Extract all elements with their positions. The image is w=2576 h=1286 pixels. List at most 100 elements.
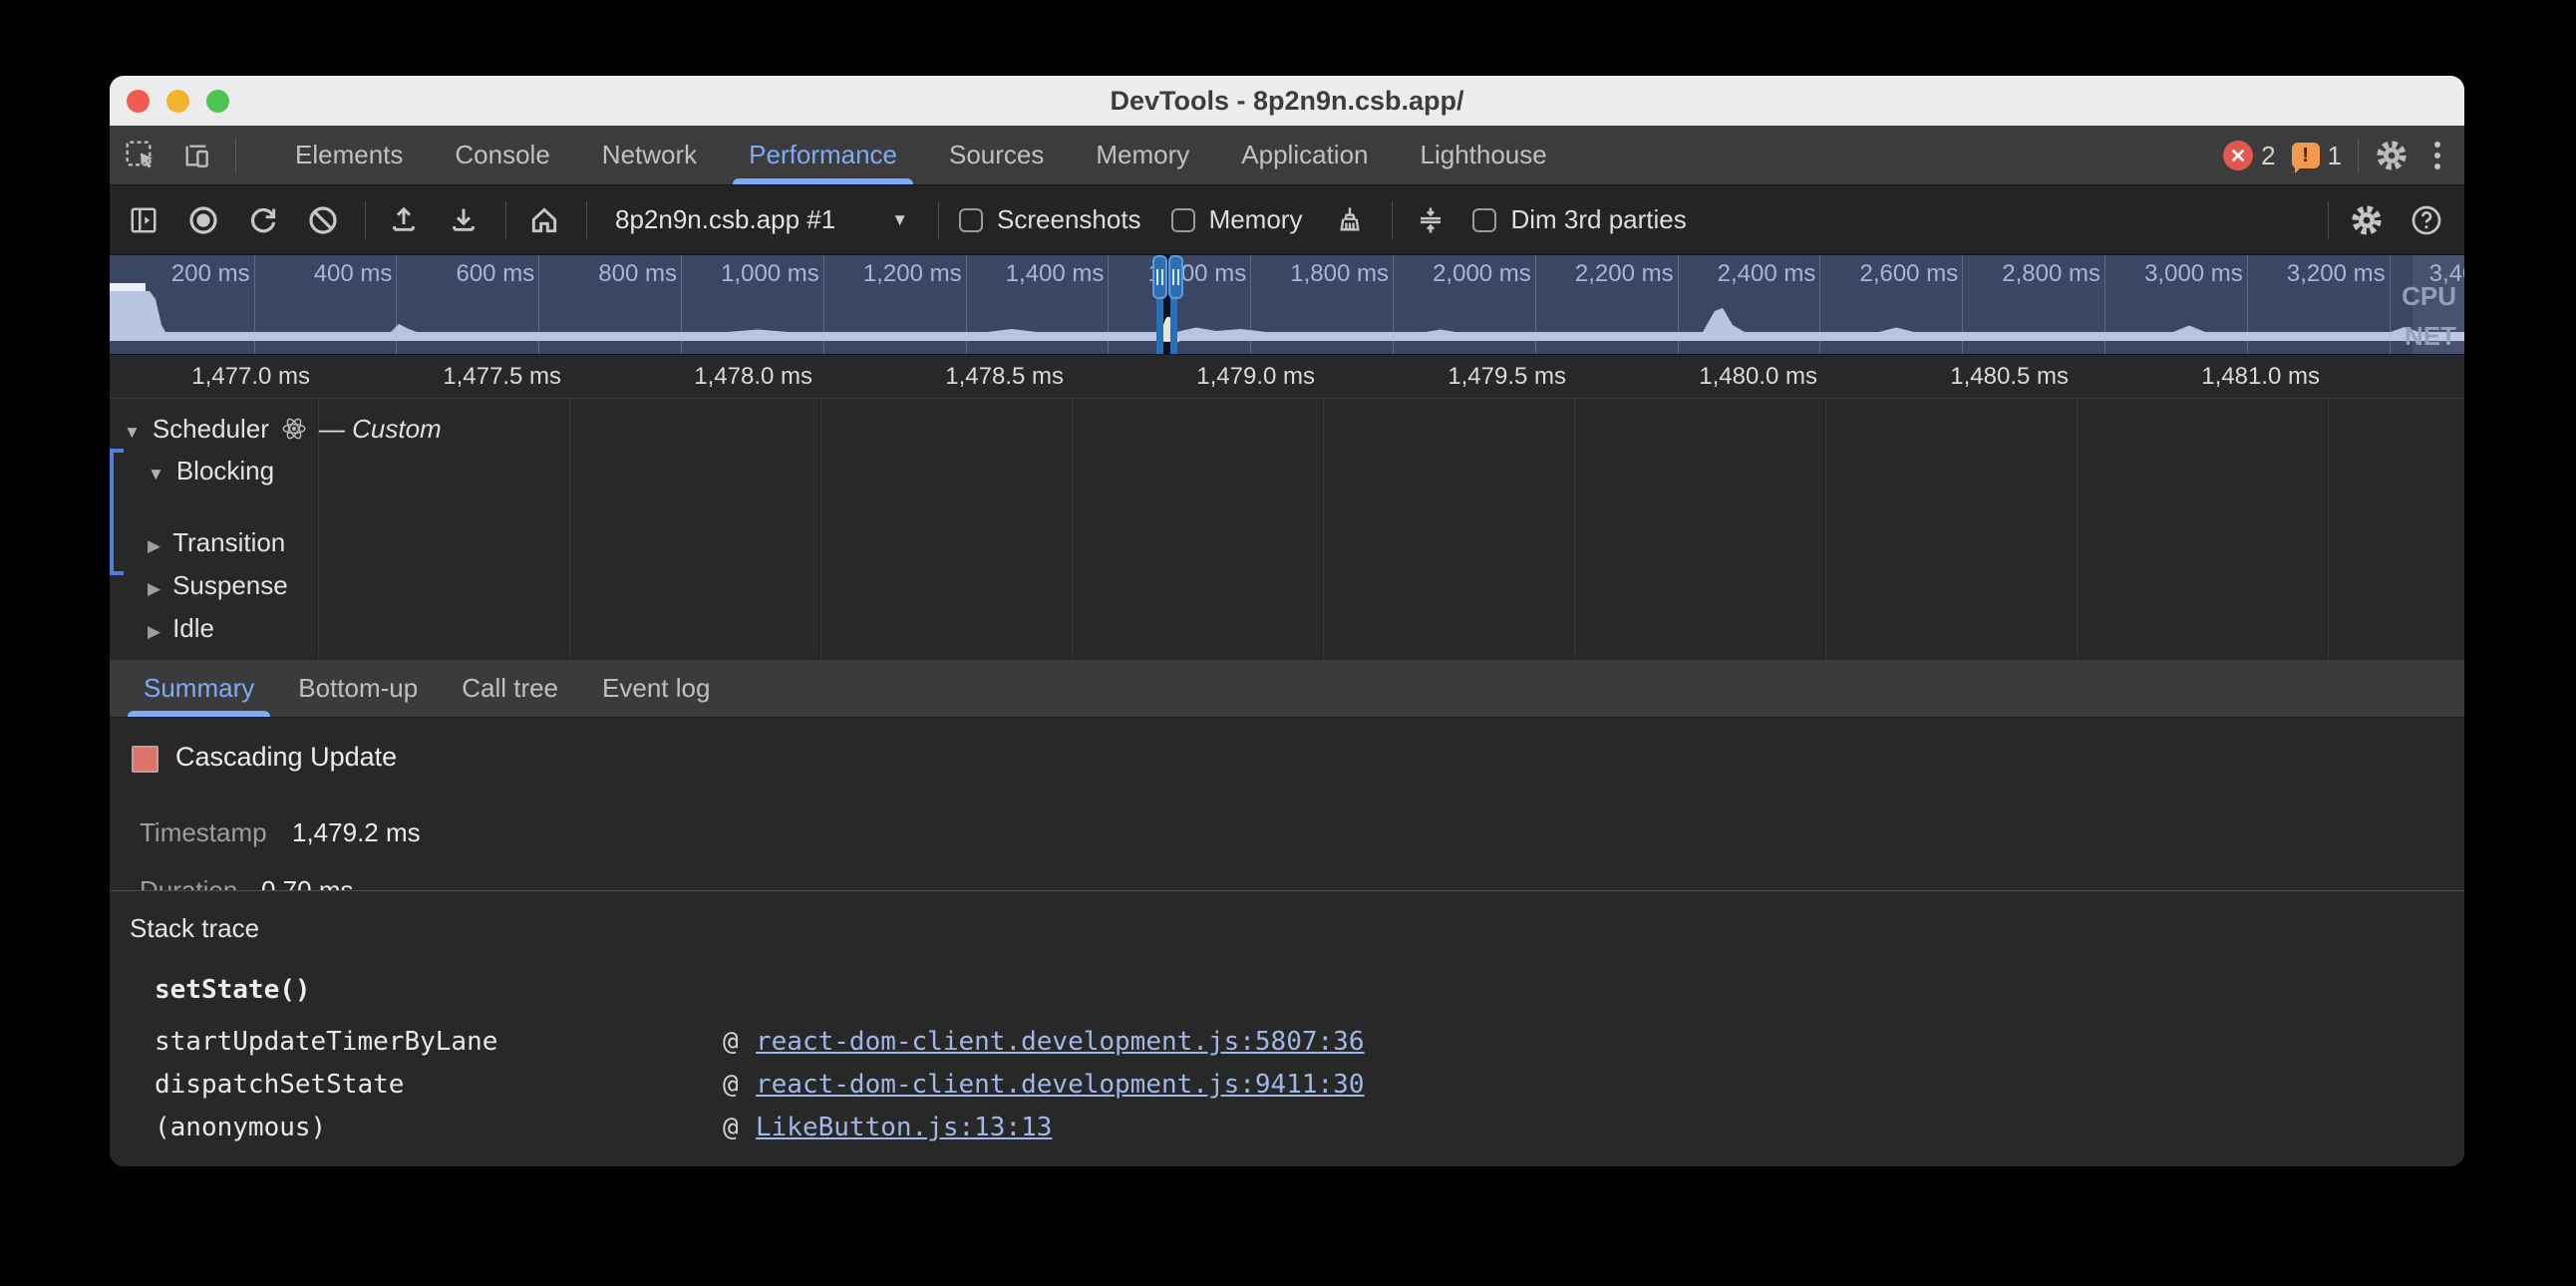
flame-gridline [2077,399,2078,660]
tab-console[interactable]: Console [429,126,575,184]
tab-memory[interactable]: Memory [1070,126,1215,184]
flame-gridlines [110,399,2464,660]
flame-gridline [2328,399,2329,660]
summary-event-title: Cascading Update [175,742,397,773]
toolbar-separator [505,201,506,239]
performance-toolbar: 8p2n9n.csb.app #1 ▼ Screenshots Memory D [110,185,2464,255]
toolbar-separator [2328,201,2329,239]
lane-blocking-label: Blocking [176,456,274,486]
overview-gridline [2390,255,2391,354]
tab-sources[interactable]: Sources [923,126,1070,184]
overview-gridline [1678,255,1679,354]
issue-count: 1 [2328,141,2342,171]
detail-tick-label: 1,478.0 ms [663,363,812,391]
overview-tick-label: 800 ms [547,260,677,288]
overview-gridline [2247,255,2248,354]
issue-badge[interactable]: ! 1 [2292,141,2342,171]
help-icon[interactable] [2409,202,2444,238]
home-icon[interactable] [526,202,562,238]
detail-tick-label: 1,480.5 ms [1919,363,2069,391]
upload-profile-icon[interactable] [386,202,422,238]
overview-gridline [396,255,397,354]
collapse-panel-icon[interactable] [1413,202,1449,238]
toolbar-separator [235,138,236,173]
toggle-sidebar-icon[interactable] [126,202,161,238]
screenshots-label: Screenshots [997,204,1141,235]
overview-tick-label: 600 ms [405,260,534,288]
overview-gridline [1819,255,1820,354]
flame-gridline [569,399,570,660]
target-selector[interactable]: 8p2n9n.csb.app #1 ▼ [607,204,916,235]
tab-application[interactable]: Application [1215,126,1394,184]
toolbar-separator [2358,138,2359,173]
flame-gridline [820,399,821,660]
stack-function-name: startUpdateTimerByLane [155,1027,497,1057]
stack-source-link[interactable]: LikeButton.js:13:13 [756,1113,1052,1142]
detail-tick-label: 1,478.5 ms [914,363,1064,391]
inspect-element-icon[interactable] [124,139,158,172]
panel-settings-gear-icon[interactable] [2349,202,2385,238]
stack-function-name: (anonymous) [155,1113,326,1142]
device-toolbar-icon[interactable] [179,139,213,172]
selection-right-handle[interactable] [1168,255,1183,299]
error-badge[interactable]: 2 [2223,141,2275,171]
chevron-down-icon: ▼ [891,210,908,230]
tab-call-tree[interactable]: Call tree [440,660,580,717]
dim-3rd-parties-checkbox[interactable]: Dim 3rd parties [1472,204,1686,235]
close-button[interactable] [127,90,150,113]
minimize-button[interactable] [166,90,189,113]
collapse-triangle-icon[interactable] [148,456,164,486]
timestamp-value: 1,479.2 ms [292,817,421,848]
toolbar-separator [586,201,587,239]
lane-suspense[interactable]: Suspense [148,567,288,603]
memory-checkbox[interactable]: Memory [1171,204,1303,235]
garbage-collect-icon[interactable] [1332,202,1368,238]
expand-triangle-icon[interactable] [148,527,161,558]
expand-triangle-icon[interactable] [148,570,161,601]
tab-summary[interactable]: Summary [122,660,276,717]
more-options-icon[interactable] [2424,139,2450,172]
detail-tick-label: 1,481.0 ms [2170,363,2320,391]
overview-tick-label: 3,000 ms [2113,260,2243,288]
screenshots-checkbox[interactable]: Screenshots [959,204,1141,235]
overview-tick-label: 1,400 ms [974,260,1104,288]
flame-gridline [1825,399,1826,660]
overview-gridline [1535,255,1536,354]
stack-source-link[interactable]: react-dom-client.development.js:5807:36 [756,1027,1364,1057]
record-icon[interactable] [185,202,221,238]
lane-idle[interactable]: Idle [148,610,214,646]
selection-left-handle[interactable] [1152,255,1167,299]
lane-blocking[interactable]: Blocking [148,453,274,488]
timeline-overview[interactable]: 200 ms400 ms600 ms800 ms1,000 ms1,200 ms… [110,255,2464,355]
tab-bottom-up[interactable]: Bottom-up [276,660,440,717]
settings-gear-icon[interactable] [2375,139,2409,172]
stack-frame: startUpdateTimerByLane@react-dom-client.… [110,1027,2464,1063]
checkbox-icon [1171,208,1195,232]
cpu-track-label: CPU [2402,281,2456,312]
overview-tick-label: 1,800 ms [1259,260,1389,288]
bottom-tab-bar: Summary Bottom-up Call tree Event log [110,660,2464,718]
overview-gridline [966,255,967,354]
tab-elements[interactable]: Elements [269,126,429,184]
track-scheduler[interactable]: Scheduler — Custom [124,411,442,447]
collapse-triangle-icon[interactable] [124,414,141,445]
expand-triangle-icon[interactable] [148,613,161,644]
tab-lighthouse[interactable]: Lighthouse [1395,126,1573,184]
stack-frame: dispatchSetState@react-dom-client.develo… [110,1070,2464,1106]
main-tab-bar: Elements Console Network Performance Sou… [110,126,2464,185]
overview-gridline [1962,255,1963,354]
stack-at-symbol: @ [723,1113,739,1142]
download-profile-icon[interactable] [446,202,482,238]
tab-network[interactable]: Network [576,126,723,184]
lane-transition[interactable]: Transition [148,524,285,560]
flame-chart[interactable]: Scheduler — Custom Blocking Event: click… [110,399,2464,660]
clear-icon[interactable] [305,202,341,238]
zoom-button[interactable] [206,90,229,113]
stack-trace-section: Stack trace setState() startUpdateTimerB… [110,891,2464,1166]
reload-record-icon[interactable] [245,202,281,238]
target-selector-value: 8p2n9n.csb.app #1 [615,204,835,235]
stack-source-link[interactable]: react-dom-client.development.js:9411:30 [756,1070,1364,1100]
tab-event-log[interactable]: Event log [580,660,732,717]
overview-gridline [823,255,824,354]
tab-performance[interactable]: Performance [723,126,923,184]
